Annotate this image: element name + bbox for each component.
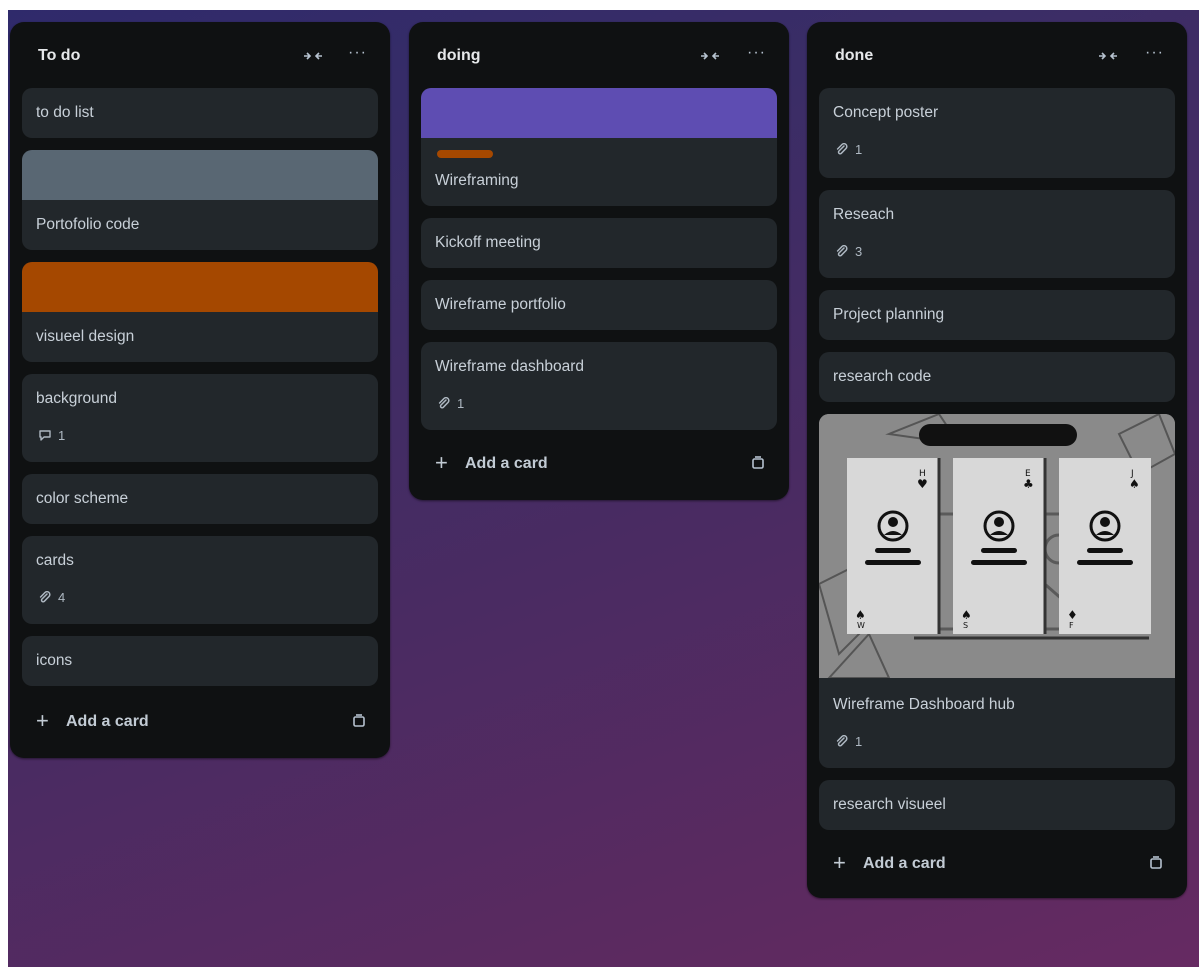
card-title: visueel design <box>36 328 135 345</box>
card-title: Kickoff meeting <box>435 234 541 251</box>
collapse-list-icon[interactable] <box>302 48 324 64</box>
badge-count: 1 <box>855 142 863 157</box>
plus-icon: + <box>36 708 49 733</box>
svg-text:S: S <box>963 621 968 630</box>
svg-text:♠: ♠ <box>1129 477 1140 491</box>
card-title: color scheme <box>36 490 129 507</box>
comment-icon <box>39 430 51 441</box>
attachment-icon <box>836 244 848 256</box>
card-label[interactable] <box>437 150 493 158</box>
card[interactable]: cards 4 <box>22 536 378 624</box>
list-done: done ··· Concept poster 1 Reseach 3 Proj… <box>807 22 1187 898</box>
card[interactable]: icons <box>22 636 378 686</box>
card[interactable]: Concept poster 1 <box>819 88 1175 178</box>
card-title: background <box>36 390 118 407</box>
card-title: research code <box>833 368 932 385</box>
card-title: Project planning <box>833 306 945 323</box>
card-title: Wireframe dashboard <box>435 358 585 375</box>
comment-badge: 1 <box>38 428 65 443</box>
card[interactable]: visueel design <box>22 262 378 362</box>
card-title: Wireframe Dashboard hub <box>833 696 1015 713</box>
add-card-button[interactable]: + Add a card <box>819 844 1175 884</box>
attachment-badge: 1 <box>835 734 862 749</box>
card-title: Wireframing <box>435 172 519 189</box>
card-cover <box>421 88 777 138</box>
svg-text:♥: ♥ <box>917 477 928 491</box>
card-title: Concept poster <box>833 104 939 121</box>
badge-count: 1 <box>58 428 66 443</box>
add-card-label: Add a card <box>66 713 149 730</box>
card-cover-image: H ♥ ♠ W E ♣ ♠ S J ♠ ♦ F <box>819 414 1175 678</box>
card-title: Portofolio code <box>36 216 140 233</box>
card-title: research visueel <box>833 796 946 813</box>
list-menu-icon[interactable]: ··· <box>348 44 367 62</box>
card[interactable]: background 1 <box>22 374 378 462</box>
collapse-list-icon[interactable] <box>699 48 721 64</box>
add-card-button[interactable]: + Add a card <box>22 702 378 742</box>
svg-text:♠: ♠ <box>855 608 866 622</box>
card-title: cards <box>36 552 74 569</box>
card-template-icon[interactable] <box>751 456 765 470</box>
plus-icon: + <box>435 450 448 475</box>
card-cover <box>22 150 378 200</box>
card[interactable]: Portofolio code <box>22 150 378 250</box>
attachment-badge: 3 <box>835 244 862 259</box>
list-title[interactable]: done <box>835 47 873 65</box>
list-title[interactable]: To do <box>38 47 80 65</box>
card[interactable]: research code <box>819 352 1175 402</box>
svg-text:F: F <box>1069 621 1074 630</box>
list-doing: doing ··· Wireframing Kickoff meeting Wi… <box>409 22 789 500</box>
card[interactable]: H ♥ ♠ W E ♣ ♠ S J ♠ ♦ F Wireframe Dashbo… <box>819 414 1175 768</box>
card[interactable]: Reseach 3 <box>819 190 1175 278</box>
attachment-icon <box>438 396 450 408</box>
card[interactable]: Project planning <box>819 290 1175 340</box>
card-template-icon[interactable] <box>352 714 366 728</box>
svg-text:♠: ♠ <box>961 608 972 622</box>
card-template-icon[interactable] <box>1149 856 1163 870</box>
wireframe-cards-image: H ♥ ♠ W E ♣ ♠ S J ♠ ♦ F <box>819 414 1175 678</box>
plus-icon: + <box>833 850 846 875</box>
list-menu-icon[interactable]: ··· <box>1145 44 1164 62</box>
add-card-label: Add a card <box>465 455 548 472</box>
attachment-badge: 4 <box>38 590 65 605</box>
list-header[interactable]: done ··· <box>807 22 1187 86</box>
attachment-badge: 1 <box>835 142 862 157</box>
list-menu-icon[interactable]: ··· <box>747 44 766 62</box>
add-card-button[interactable]: + Add a card <box>421 444 777 484</box>
badge-count: 3 <box>855 244 863 259</box>
card[interactable]: research visueel <box>819 780 1175 830</box>
card-cover <box>22 262 378 312</box>
list-title[interactable]: doing <box>437 47 481 65</box>
attachment-icon <box>836 142 848 154</box>
attachment-icon <box>39 590 51 602</box>
badge-count: 4 <box>58 590 66 605</box>
list-header[interactable]: To do ··· <box>10 22 390 86</box>
attachment-badge: 1 <box>437 396 464 411</box>
card-title: to do list <box>36 104 94 121</box>
board-canvas: To do ··· to do list Portofolio code vis… <box>8 10 1199 967</box>
list-to-do: To do ··· to do list Portofolio code vis… <box>10 22 390 758</box>
svg-text:♣: ♣ <box>1023 477 1034 491</box>
card-title: Reseach <box>833 206 895 223</box>
svg-text:W: W <box>857 621 865 630</box>
card[interactable]: Wireframing <box>421 88 777 206</box>
list-header[interactable]: doing ··· <box>409 22 789 86</box>
card-title: Wireframe portfolio <box>435 296 566 313</box>
svg-text:♦: ♦ <box>1067 608 1078 622</box>
card-title: icons <box>36 652 73 669</box>
collapse-list-icon[interactable] <box>1097 48 1119 64</box>
card[interactable]: Kickoff meeting <box>421 218 777 268</box>
card[interactable]: to do list <box>22 88 378 138</box>
card[interactable]: color scheme <box>22 474 378 524</box>
add-card-label: Add a card <box>863 855 946 872</box>
badge-count: 1 <box>457 396 465 411</box>
card[interactable]: Wireframe portfolio <box>421 280 777 330</box>
badge-count: 1 <box>855 734 863 749</box>
attachment-icon <box>836 734 848 746</box>
card[interactable]: Wireframe dashboard 1 <box>421 342 777 430</box>
